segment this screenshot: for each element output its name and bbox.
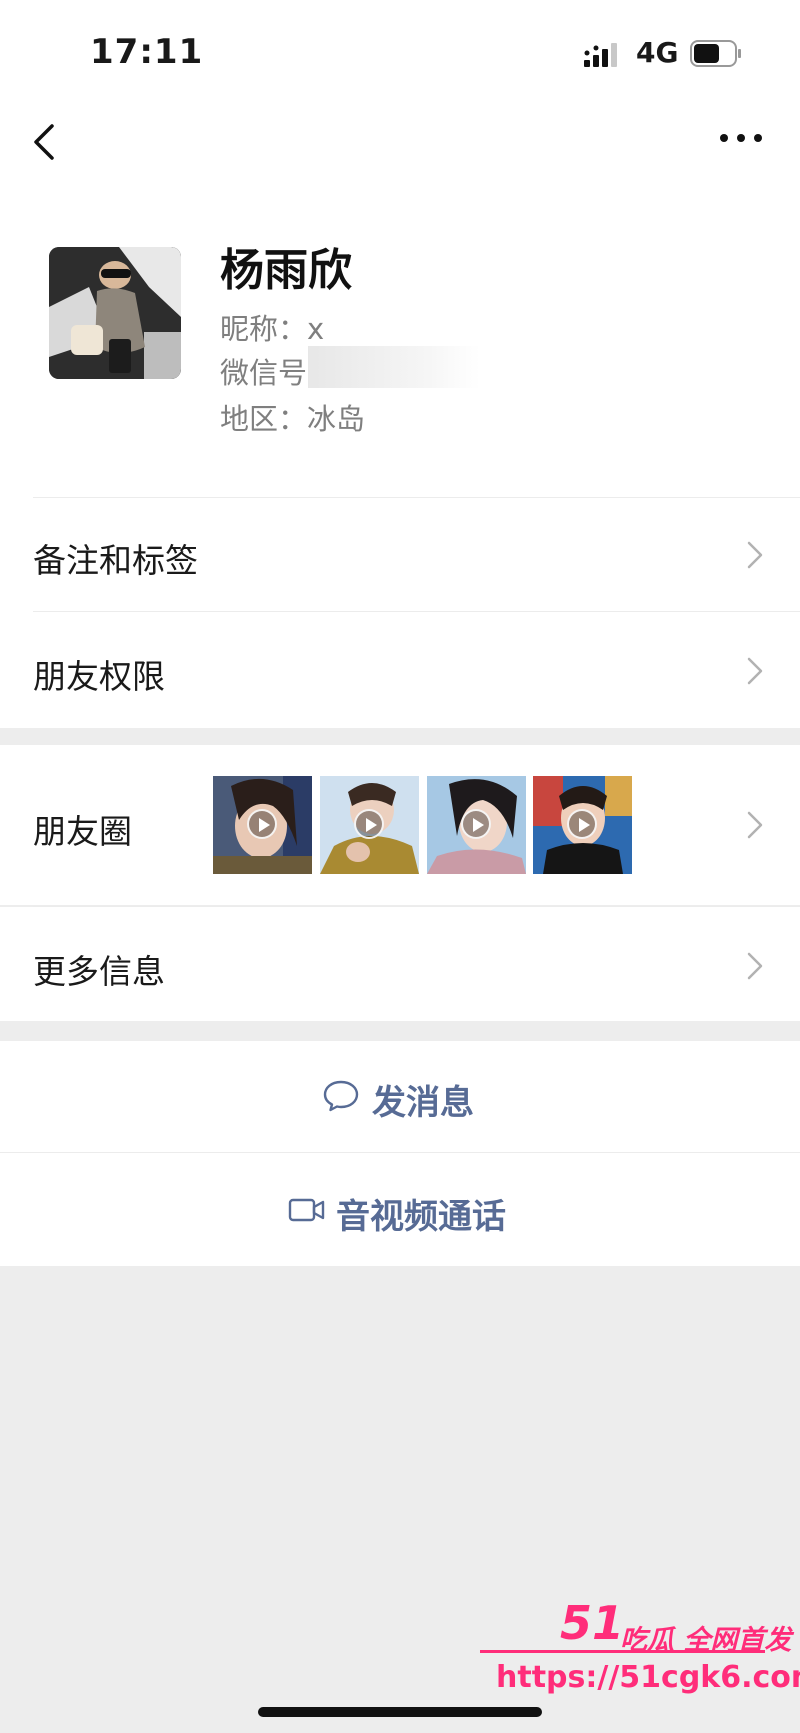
status-time: 17:11 [90,32,204,72]
row-friend-permissions[interactable]: 朋友权限 [0,612,800,726]
watermark-url: https://51cgk6.com [496,1660,800,1695]
chevron-right-icon [747,952,763,980]
moments-thumbnail[interactable] [320,776,419,874]
play-icon [354,809,384,839]
moments-thumbnail[interactable] [533,776,632,874]
row-more-info[interactable]: 更多信息 [0,907,800,1021]
status-bar: 17:11 4G [0,0,800,100]
home-indicator[interactable] [258,1707,542,1717]
chevron-right-icon [747,541,763,569]
profile-name: 杨雨欣 [220,245,352,296]
send-message-label: 发消息 [372,1083,474,1123]
network-type: 4G [636,36,679,69]
watermark-brand-number: 51 [560,1596,625,1650]
play-icon [247,809,277,839]
video-camera-icon [288,1198,325,1222]
avatar[interactable] [49,247,181,379]
row-label: 备注和标签 [33,541,198,580]
play-icon [461,809,491,839]
video-call-label: 音视频通话 [336,1197,506,1237]
profile-region: 地区：冰岛 [220,402,366,436]
chevron-right-icon [747,657,763,685]
profile-wechat-id-label: 微信号 [220,356,308,390]
moments-thumbnail[interactable] [427,776,526,874]
row-label: 更多信息 [33,952,165,991]
watermark-divider [480,1650,765,1653]
play-icon [567,809,597,839]
row-label: 朋友圈 [33,812,132,851]
send-message-button[interactable]: 发消息 [0,1041,800,1152]
signal-icon [584,43,617,67]
row-label: 朋友权限 [33,657,165,696]
row-remarks-tags[interactable]: 备注和标签 [0,498,800,610]
chevron-right-icon [747,811,763,839]
avatar-photo [49,247,181,379]
video-call-button[interactable]: 音视频通话 [0,1153,800,1266]
wechat-id-redacted [308,346,480,388]
battery-icon [690,40,741,67]
more-dots-icon[interactable] [718,128,764,148]
profile-nickname: 昵称：x [220,312,325,346]
moments-thumbnail[interactable] [213,776,312,874]
chevron-left-icon[interactable] [30,118,70,168]
chat-bubble-icon [323,1080,359,1112]
